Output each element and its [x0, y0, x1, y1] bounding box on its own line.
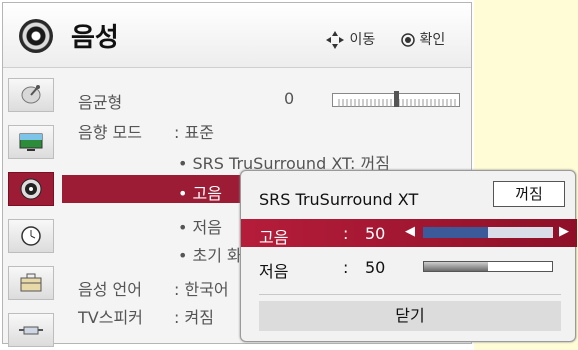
- treble-increase-icon[interactable]: ▶: [559, 224, 569, 239]
- confirm-hint-label: 확인: [419, 32, 446, 48]
- treble-bass-popup: SRS TruSurround XT 꺼짐 고음 : 50 ◀ ▶ 저음 : 5…: [240, 170, 577, 342]
- treble-colon: :: [343, 224, 349, 243]
- sidebar-item-time[interactable]: [8, 219, 54, 253]
- speaker-sound-icon: [19, 19, 53, 53]
- screen-picture-icon: [19, 133, 43, 151]
- tv-speaker-value: : 켜짐: [174, 308, 214, 327]
- equalizer-label: 음균형: [78, 93, 123, 112]
- treble-slider-fill: [423, 227, 488, 238]
- sound-mode-value: : 표준: [174, 123, 214, 142]
- sidebar-item-channel[interactable]: [8, 78, 54, 112]
- sidebar-item-sound[interactable]: [8, 172, 54, 206]
- popup-row-bass[interactable]: 저음 : 50: [241, 253, 577, 281]
- bass-colon: :: [343, 258, 349, 277]
- balance-slider[interactable]: [332, 91, 460, 107]
- srs-toggle-button[interactable]: 꺼짐: [493, 181, 565, 207]
- four-way-arrows-icon: [325, 31, 349, 49]
- sidebar-item-option[interactable]: [8, 266, 54, 300]
- popup-row-treble[interactable]: 고음 : 50 ◀ ▶: [241, 219, 577, 247]
- bass-value: 50: [365, 258, 386, 277]
- srs-label: SRS TruSurround XT: [259, 190, 419, 209]
- language-value: : 한국어: [174, 280, 229, 299]
- move-hint-label: 이동: [349, 32, 376, 48]
- close-button[interactable]: 닫기: [259, 301, 561, 331]
- language-label: 음성 언어: [78, 280, 142, 299]
- toolbox-icon: [20, 273, 42, 292]
- sound-mode-label: 음향 모드: [78, 123, 142, 142]
- satellite-dish-icon: [21, 85, 41, 104]
- bass-slider[interactable]: [423, 261, 553, 272]
- treble-decrease-icon[interactable]: ◀: [405, 224, 415, 239]
- treble-slider[interactable]: [423, 227, 553, 238]
- confirm-hint: 확인: [401, 29, 445, 49]
- sidebar-item-picture[interactable]: [8, 125, 54, 159]
- speaker-sound-icon: [20, 178, 42, 200]
- equalizer-value: 0: [284, 89, 295, 108]
- submenu-bass[interactable]: • 저음: [178, 214, 222, 238]
- submenu-reset[interactable]: • 초기 화: [178, 242, 242, 266]
- sidebar-item-input[interactable]: [8, 313, 54, 347]
- balance-slider-knob[interactable]: [393, 91, 399, 107]
- bass-label: 저음: [259, 262, 289, 281]
- tv-speaker-label: TV스피커: [78, 308, 143, 327]
- treble-value: 50: [365, 224, 386, 243]
- menu-header: 음성 이동 확인: [3, 3, 471, 68]
- ok-circle-icon: [401, 32, 419, 48]
- treble-label: 고음: [259, 228, 289, 247]
- submenu-treble[interactable]: • 고음: [178, 180, 222, 204]
- bass-slider-fill: [424, 262, 488, 271]
- popup-divider: [259, 294, 561, 295]
- page-title: 음성: [71, 23, 119, 53]
- move-hint: 이동: [325, 29, 375, 50]
- category-sidebar: [8, 74, 58, 347]
- connector-input-icon: [19, 326, 43, 335]
- clock-icon: [21, 226, 41, 246]
